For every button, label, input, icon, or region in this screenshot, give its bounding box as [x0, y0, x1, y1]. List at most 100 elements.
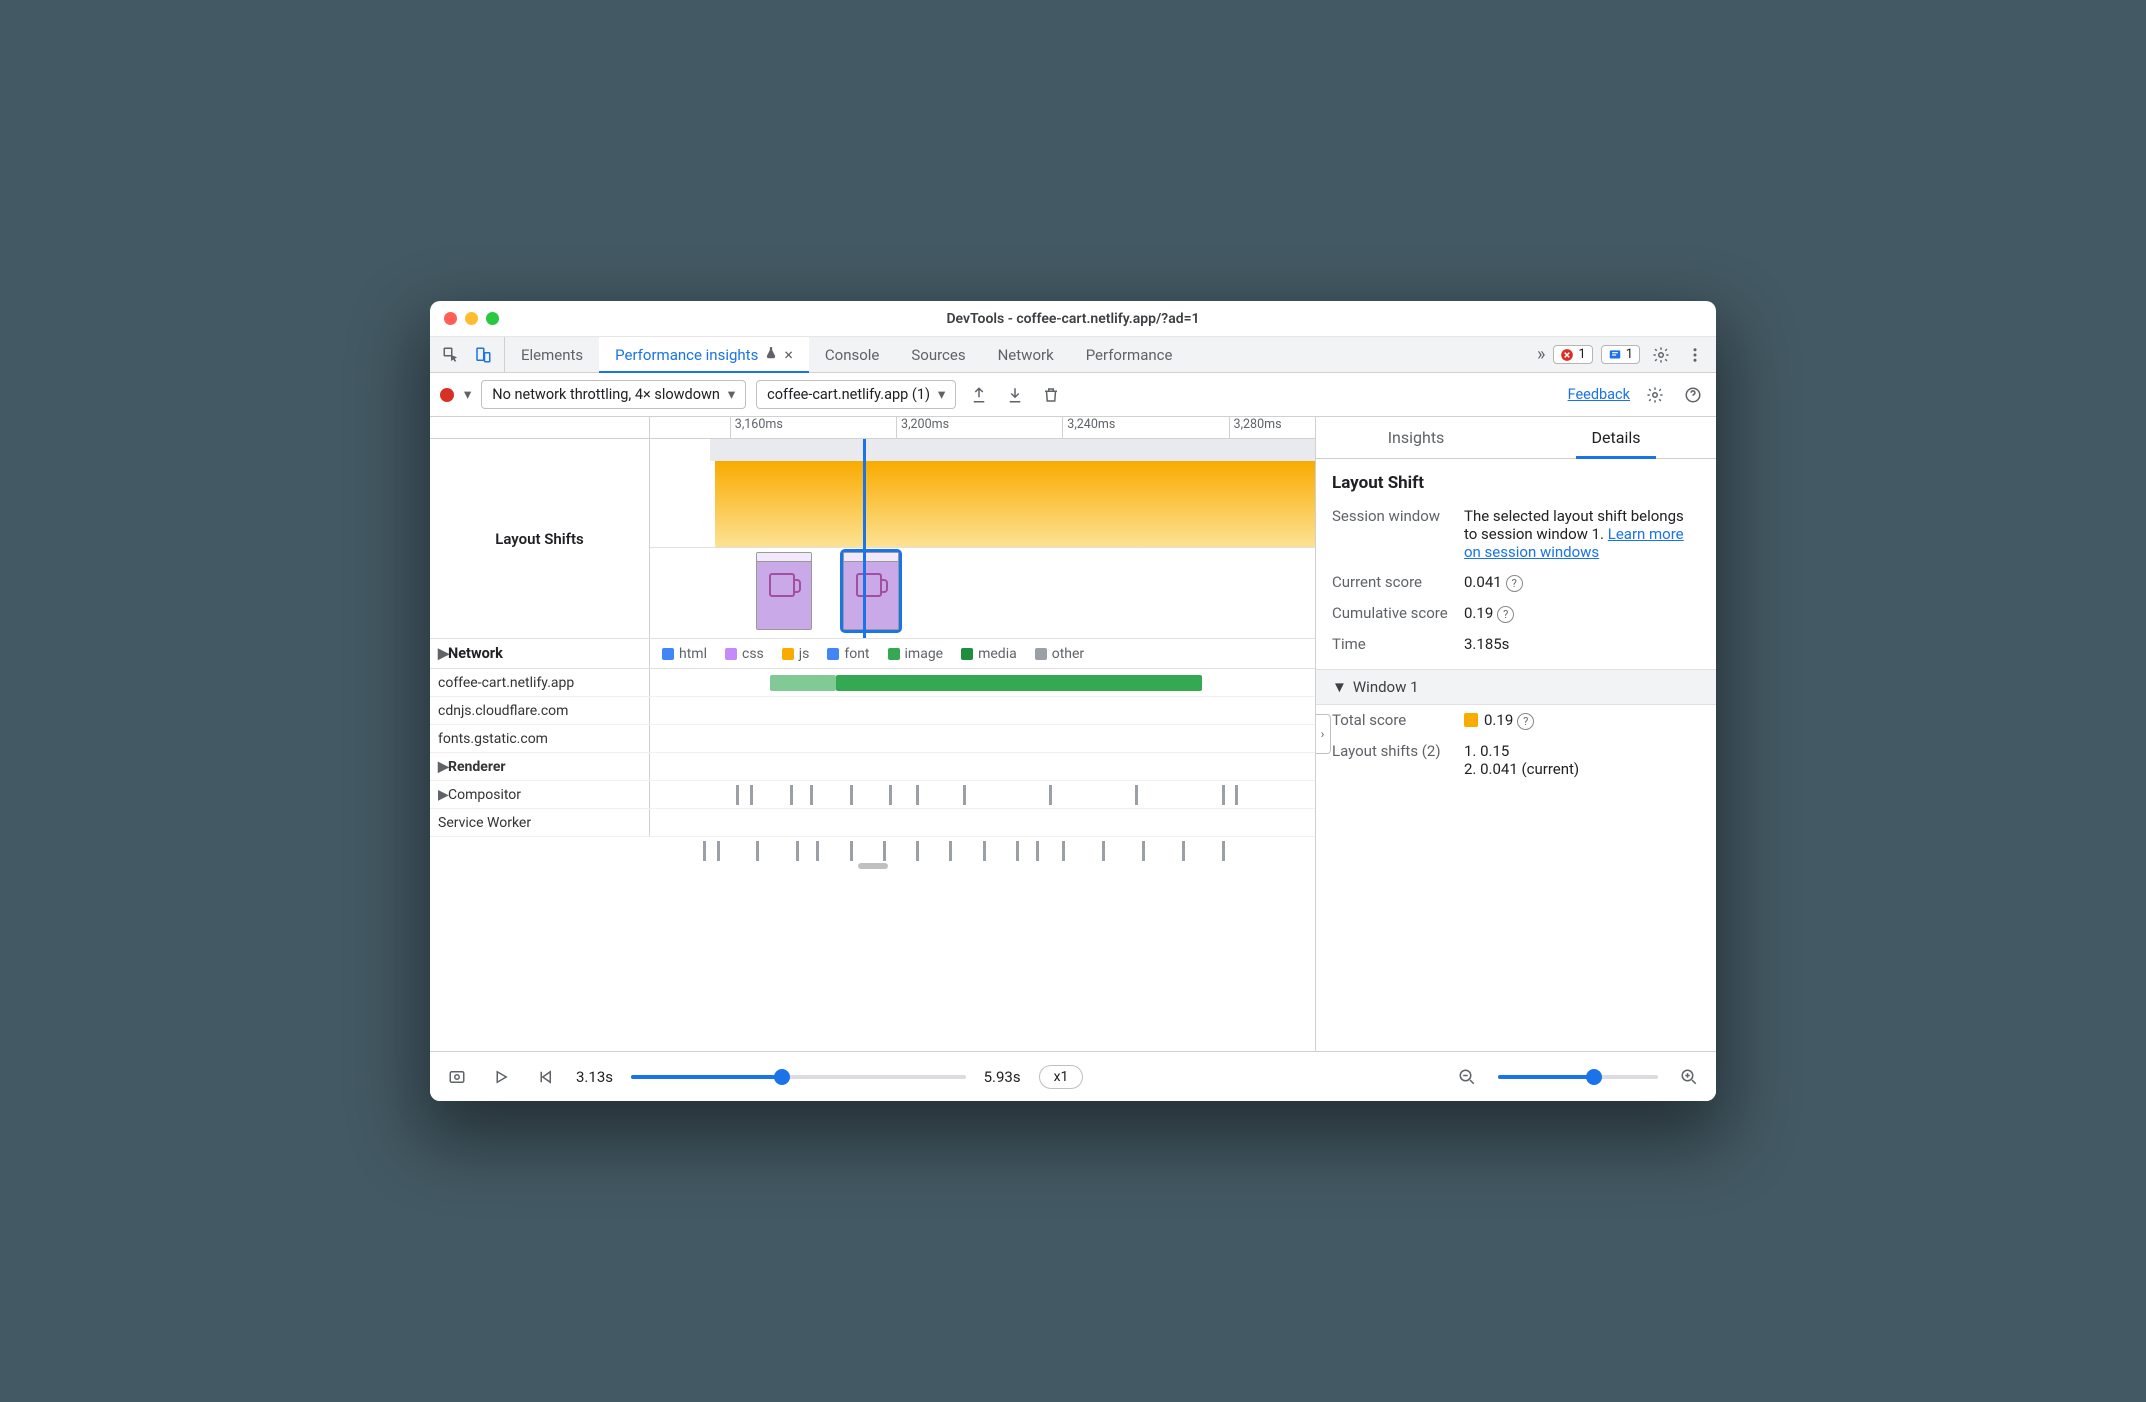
network-track-header: ▶ Network htmlcssjsfontimagemediaother [430, 639, 1315, 669]
task-tick [850, 785, 853, 805]
session-window-key: Session window [1332, 507, 1452, 525]
delete-icon[interactable] [1038, 382, 1064, 408]
export-icon[interactable] [966, 382, 992, 408]
host-label: coffee-cart.netlify.app [438, 675, 574, 691]
task-tick [1049, 785, 1052, 805]
panel-tabs-bar: Elements Performance insights × Console … [430, 337, 1716, 373]
layout-shifts-key: Layout shifts (2) [1332, 742, 1452, 760]
device-toolbar-icon[interactable] [470, 342, 496, 368]
legend-item: font [827, 646, 869, 662]
kebab-menu-icon[interactable] [1682, 342, 1708, 368]
settings-gear-icon[interactable] [1648, 342, 1674, 368]
tab-network[interactable]: Network [982, 337, 1070, 372]
list-item[interactable]: 2. 0.041 (current) [1464, 760, 1700, 778]
inspect-element-icon[interactable] [438, 342, 464, 368]
task-tick [717, 841, 720, 861]
help-icon[interactable]: ? [1497, 606, 1514, 623]
import-icon[interactable] [1002, 382, 1028, 408]
tab-sources[interactable]: Sources [895, 337, 981, 372]
legend-item: css [725, 646, 764, 662]
panel-settings-gear-icon[interactable] [1642, 382, 1668, 408]
layout-shift-thumbnail[interactable] [756, 552, 812, 630]
play-icon[interactable] [488, 1064, 514, 1090]
task-tick [756, 841, 759, 861]
collapse-panel-icon[interactable]: › [1316, 714, 1331, 754]
layout-shifts-track: Layout Shifts [430, 439, 1315, 639]
window-section-header[interactable]: ▼ Window 1 [1316, 669, 1716, 705]
zoom-in-icon[interactable] [1676, 1064, 1702, 1090]
task-tick [883, 841, 886, 861]
close-tab-icon[interactable]: × [784, 345, 793, 364]
network-request-bar[interactable] [836, 675, 1202, 691]
details-panel: › Insights Details Layout Shift Session … [1316, 417, 1716, 1051]
zoom-slider[interactable] [1498, 1075, 1658, 1079]
experiment-icon [764, 346, 778, 364]
ruler-tick: 3,200ms [896, 417, 949, 438]
playhead-indicator[interactable] [863, 439, 866, 638]
legend-item: js [782, 646, 810, 662]
throttling-label: No network throttling, 4× slowdown [492, 386, 720, 403]
task-tick [703, 841, 706, 861]
errors-badge[interactable]: 1 [1553, 345, 1592, 364]
ruler-tick: 3,240ms [1062, 417, 1115, 438]
cumulative-score-key: Cumulative score [1332, 604, 1452, 622]
toggle-screenshots-icon[interactable] [444, 1064, 470, 1090]
network-host-row: coffee-cart.netlify.app [430, 669, 1315, 697]
range-end-label: 5.93s [984, 1068, 1021, 1086]
feedback-link[interactable]: Feedback [1568, 386, 1630, 403]
range-start-label: 3.13s [576, 1068, 613, 1086]
maximize-window-icon[interactable] [486, 312, 499, 325]
task-tick [916, 785, 919, 805]
time-key: Time [1332, 635, 1452, 653]
issues-badge[interactable]: 1 [1601, 345, 1640, 364]
speed-button[interactable]: x1 [1039, 1065, 1084, 1089]
tab-insights[interactable]: Insights [1316, 417, 1516, 458]
task-tick [810, 785, 813, 805]
title-bar: DevTools - coffee-cart.netlify.app/?ad=1 [430, 301, 1716, 337]
range-slider[interactable] [631, 1075, 966, 1079]
total-score-value: 0.19? [1464, 711, 1700, 730]
layout-shift-thumbnail[interactable] [843, 552, 899, 630]
task-tick [816, 841, 819, 861]
jump-to-start-icon[interactable] [532, 1064, 558, 1090]
recording-label: coffee-cart.netlify.app (1) [767, 386, 930, 403]
record-button[interactable] [440, 388, 454, 402]
score-color-swatch [1464, 713, 1478, 727]
expand-network-icon[interactable]: ▶ [438, 645, 448, 662]
network-label: Network [448, 645, 503, 662]
throttling-select[interactable]: No network throttling, 4× slowdown [481, 380, 746, 409]
recording-select[interactable]: coffee-cart.netlify.app (1) [756, 380, 956, 409]
legend-item: image [888, 646, 944, 662]
task-tick [1142, 841, 1145, 861]
task-tick [983, 841, 986, 861]
tab-performance-insights[interactable]: Performance insights × [599, 337, 809, 372]
network-request-bar[interactable] [770, 675, 837, 691]
devtools-window: DevTools - coffee-cart.netlify.app/?ad=1… [430, 301, 1716, 1101]
cumulative-score-value: 0.19? [1464, 604, 1700, 623]
close-window-icon[interactable] [444, 312, 457, 325]
layout-shifts-list: 1. 0.15 2. 0.041 (current) [1464, 742, 1700, 778]
record-menu-caret[interactable] [464, 386, 471, 403]
list-item[interactable]: 1. 0.15 [1464, 742, 1700, 760]
minimize-window-icon[interactable] [465, 312, 478, 325]
help-icon[interactable] [1680, 382, 1706, 408]
expand-compositor-icon[interactable]: ▶ [438, 787, 448, 803]
horizontal-scroll-thumb[interactable] [858, 863, 888, 869]
chevron-down-icon [938, 386, 945, 403]
tab-elements[interactable]: Elements [505, 337, 599, 372]
expand-renderer-icon[interactable]: ▶ [438, 759, 448, 775]
task-tick [1182, 841, 1185, 861]
more-tabs-icon[interactable]: » [1537, 344, 1545, 365]
tab-performance[interactable]: Performance [1070, 337, 1189, 372]
tab-console[interactable]: Console [809, 337, 896, 372]
compositor-row: ▶ Compositor [430, 781, 1315, 809]
tab-details[interactable]: Details [1516, 417, 1716, 458]
help-icon[interactable]: ? [1506, 575, 1523, 592]
service-worker-row: Service Worker [430, 809, 1315, 837]
task-tick [850, 841, 853, 861]
time-value: 3.185s [1464, 635, 1700, 653]
task-tick [1062, 841, 1065, 861]
task-tick [1222, 841, 1225, 861]
zoom-out-icon[interactable] [1454, 1064, 1480, 1090]
help-icon[interactable]: ? [1517, 713, 1534, 730]
